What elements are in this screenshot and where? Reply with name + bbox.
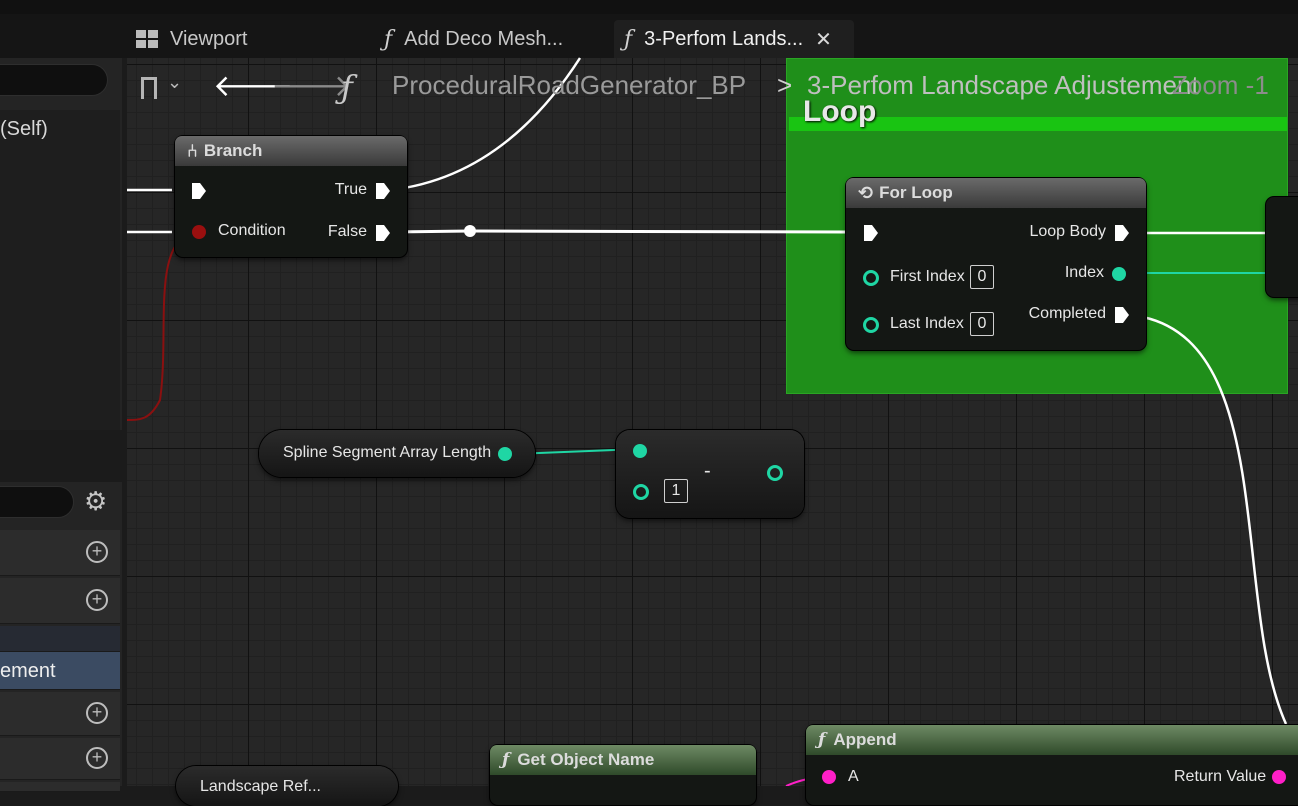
last-index-label: Last Index [890,315,964,332]
for-loop-title: For Loop [879,183,953,202]
first-index-pin[interactable] [863,270,879,286]
function-icon: ƒ [341,68,353,106]
return-value-label: Return Value [1174,768,1267,785]
spline-segment-length-node[interactable]: Spline Segment Array Length [259,430,535,477]
subtract-b-pin[interactable] [633,484,649,500]
branch-title: Branch [203,141,263,160]
return-value-pin[interactable] [1272,770,1286,784]
last-index-pin[interactable] [863,317,879,333]
landscape-ref-node[interactable]: Landscape Ref... [176,766,398,806]
last-index-value[interactable]: 0 [970,312,994,336]
append-header: ƒ Append [806,725,1298,755]
for-loop-header: ⟲ For Loop [846,178,1146,208]
append-node[interactable]: ƒ Append A Return Value [806,725,1298,805]
first-index-label: First Index [890,268,965,285]
get-object-name-header: ƒ Get Object Name [490,745,756,775]
branch-node[interactable]: ⑃ Branch True Condition False [175,136,407,257]
loop-body-target-node[interactable] [1266,197,1298,297]
subtract-operator: - [704,460,711,482]
first-index-value[interactable]: 0 [970,265,994,289]
zoom-indicator: Zoom -1 [1172,70,1269,100]
wire-layer [126,57,1298,786]
loop-body-label: Loop Body [1029,223,1106,240]
function-icon: ƒ [502,750,510,770]
branch-icon: ⑃ [187,140,198,161]
exec-in-pin[interactable] [191,182,207,200]
completed-pin[interactable] [1114,306,1130,324]
breadcrumb-separator: > [777,70,793,100]
reroute-knot [464,225,476,237]
condition-pin[interactable] [192,225,206,239]
subtract-a-pin[interactable] [633,444,647,458]
branch-header: ⑃ Branch [175,136,407,166]
exec-in-pin[interactable] [863,224,879,242]
append-title: Append [833,730,897,749]
condition-label: Condition [218,222,286,239]
subtract-output-pin[interactable] [767,465,783,481]
index-pin[interactable] [1112,267,1126,281]
breadcrumb-function[interactable]: 3-Perfom Landscape Adjustement [807,70,1199,101]
chevron-down-icon[interactable]: ⌄ [167,72,182,93]
subtract-node[interactable]: 1 - [616,430,804,518]
condition-wire [126,231,197,421]
spline-length-title: Spline Segment Array Length [283,444,492,461]
index-label: Index [1064,264,1104,281]
function-icon: ƒ [818,730,826,750]
landscape-ref-title: Landscape Ref... [200,778,321,795]
get-object-name-node[interactable]: ƒ Get Object Name [490,745,756,805]
true-label: True [334,181,367,198]
append-a-label: A [848,768,859,785]
loop-icon: ⟲ [858,182,874,203]
for-loop-node[interactable]: ⟲ For Loop Loop Body First Index 0 Index… [846,178,1146,350]
breadcrumb: ⌄ 🡐 🡒 ƒ ProceduralRoadGenerator_BP > 3-P… [127,58,1298,116]
get-object-name-title: Get Object Name [517,750,655,769]
bookmark-icon[interactable] [141,77,157,99]
completed-label: Completed [1028,305,1106,322]
false-label: False [327,223,367,240]
breadcrumb-blueprint[interactable]: ProceduralRoadGenerator_BP [392,70,746,101]
loop-body-pin[interactable] [1114,224,1130,242]
true-exec-pin[interactable] [375,182,391,200]
length-output-pin[interactable] [498,447,512,461]
append-a-pin[interactable] [822,770,836,784]
completed-wire [1129,313,1288,725]
false-wire [391,229,847,234]
forward-arrow-icon[interactable]: 🡒 [271,68,351,104]
false-exec-pin[interactable] [375,224,391,242]
subtract-b-value[interactable]: 1 [664,479,688,503]
